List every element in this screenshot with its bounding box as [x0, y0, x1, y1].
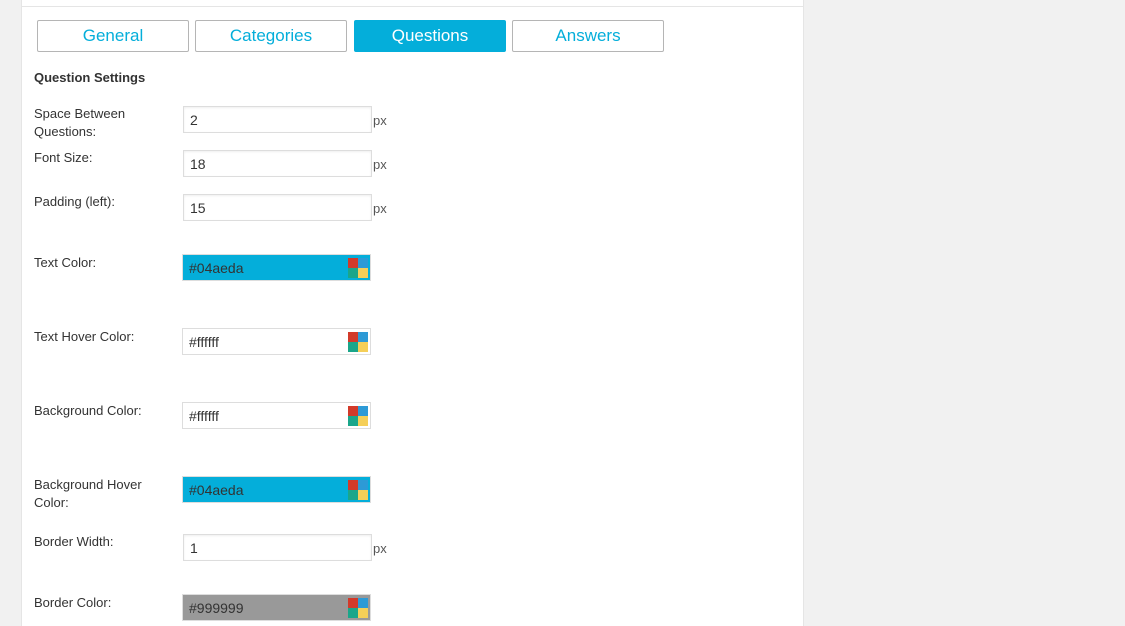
- text-color-label: Text Color:: [34, 255, 97, 270]
- panel-divider: [22, 6, 803, 7]
- tab-questions[interactable]: Questions: [354, 20, 506, 52]
- text-hover-color-label: Text Hover Color:: [34, 329, 135, 344]
- section-title: Question Settings: [34, 70, 146, 85]
- background-hover-color-label: Background Hover Color:: [34, 477, 142, 510]
- border-width-label: Border Width:: [34, 534, 114, 549]
- color-palette-icon[interactable]: [348, 598, 368, 618]
- text-hover-color-value: #ffffff: [189, 333, 219, 350]
- border-color-input[interactable]: #999999: [182, 594, 371, 621]
- border-width-input[interactable]: [183, 534, 372, 561]
- color-palette-icon[interactable]: [348, 258, 368, 278]
- color-palette-icon[interactable]: [348, 406, 368, 426]
- color-palette-icon[interactable]: [348, 480, 368, 500]
- padding-left-unit: px: [373, 201, 387, 216]
- tab-general[interactable]: General: [37, 20, 189, 52]
- background-hover-color-input[interactable]: #04aeda: [182, 476, 371, 503]
- text-color-value: #04aeda: [189, 259, 244, 276]
- tab-categories[interactable]: Categories: [195, 20, 347, 52]
- tab-answers[interactable]: Answers: [512, 20, 664, 52]
- font-size-unit: px: [373, 157, 387, 172]
- padding-left-input[interactable]: [183, 194, 372, 221]
- border-color-value: #999999: [189, 599, 244, 616]
- border-width-unit: px: [373, 541, 387, 556]
- padding-left-label: Padding (left):: [34, 194, 115, 209]
- border-color-label: Border Color:: [34, 595, 112, 610]
- font-size-input[interactable]: [183, 150, 372, 177]
- space-between-label: Space Between Questions:: [34, 106, 126, 139]
- space-between-input[interactable]: [183, 106, 372, 133]
- background-color-value: #ffffff: [189, 407, 219, 424]
- space-between-unit: px: [373, 113, 387, 128]
- background-color-label: Background Color:: [34, 403, 142, 418]
- background-color-input[interactable]: #ffffff: [182, 402, 371, 429]
- background-hover-color-value: #04aeda: [189, 481, 244, 498]
- font-size-label: Font Size:: [34, 150, 93, 165]
- text-color-input[interactable]: #04aeda: [182, 254, 371, 281]
- color-palette-icon[interactable]: [348, 332, 368, 352]
- text-hover-color-input[interactable]: #ffffff: [182, 328, 371, 355]
